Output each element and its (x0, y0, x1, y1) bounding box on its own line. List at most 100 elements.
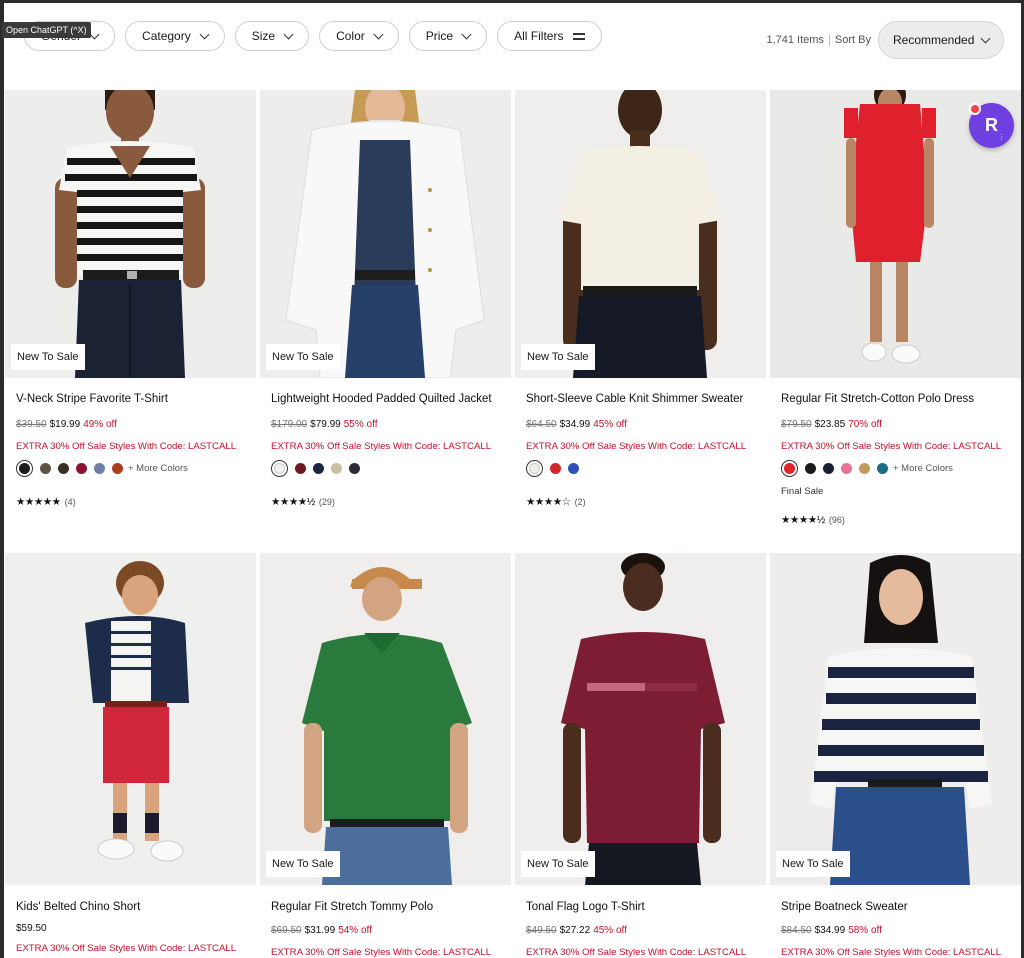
color-swatches (271, 460, 360, 477)
all-filters-label: All Filters (514, 29, 564, 43)
discount-percent: 45% off (593, 925, 627, 936)
product-title[interactable]: Stripe Boatneck Sweater (781, 901, 908, 913)
color-swatch[interactable] (568, 463, 579, 474)
discount-percent: 45% off (593, 419, 627, 430)
price-line: $49.50 $27.22 45% off (526, 925, 627, 936)
new-to-sale-badge: New To Sale (266, 851, 340, 877)
more-colors-link[interactable]: + More Colors (893, 463, 953, 474)
product-image[interactable]: New To Sale (515, 553, 766, 885)
promo-text: EXTRA 30% Off Sale Styles With Code: LAS… (781, 441, 1002, 452)
promo-text: EXTRA 30% Off Sale Styles With Code: LAS… (526, 947, 747, 958)
sort-value: Recommended (893, 33, 975, 47)
star-rating-icon: ★★★★☆ (526, 496, 571, 508)
all-filters-button[interactable]: All Filters (497, 21, 603, 51)
filter-color-button[interactable]: Color (319, 21, 399, 51)
product-title[interactable]: Tonal Flag Logo T-Shirt (526, 901, 645, 913)
sale-price: $27.22 (559, 925, 591, 936)
original-price: $79.50 (781, 419, 812, 430)
chevron-down-icon (461, 29, 472, 39)
window-frame-left (0, 0, 4, 958)
color-swatch[interactable] (76, 463, 87, 474)
more-colors-link[interactable]: + More Colors (128, 463, 188, 474)
final-sale-label: Final Sale (781, 486, 824, 497)
new-to-sale-badge: New To Sale (521, 344, 595, 370)
sale-price: $34.99 (814, 925, 846, 936)
discount-percent: 55% off (343, 419, 378, 430)
product-image[interactable]: New To Sale (260, 90, 511, 378)
color-swatch[interactable] (841, 463, 852, 474)
color-swatch[interactable] (349, 463, 360, 474)
color-swatch-selected[interactable] (526, 460, 543, 477)
product-photo (5, 90, 256, 378)
discount-percent: 58% off (848, 925, 882, 936)
color-swatches: + More Colors (16, 460, 188, 477)
price-line: $79.50 $23.85 70% off (781, 419, 882, 430)
product-title[interactable]: Regular Fit Stretch Tommy Polo (271, 901, 433, 913)
sale-price: $19.99 (49, 419, 81, 430)
color-swatch[interactable] (877, 463, 888, 474)
dots-icon: ⋮ (998, 134, 1005, 141)
chevron-down-icon (89, 29, 100, 39)
color-swatch[interactable] (94, 463, 105, 474)
original-price: $39.50 (16, 419, 47, 430)
sort-select[interactable]: Recommended (878, 21, 1004, 59)
items-count: 1,741 Items (766, 34, 824, 46)
promo-text: EXTRA 30% Off Sale Styles With Code: LAS… (781, 947, 1002, 958)
rating: ★★★★½ (29) (271, 496, 335, 508)
color-swatch[interactable] (859, 463, 870, 474)
chevron-down-icon (199, 29, 210, 39)
color-swatch[interactable] (112, 463, 123, 474)
color-swatch-selected[interactable] (781, 460, 798, 477)
price-line: $84.50 $34.99 58% off (781, 925, 882, 936)
product-image[interactable]: New To Sale (260, 553, 511, 885)
filter-category-button[interactable]: Category (125, 21, 225, 51)
new-to-sale-badge: New To Sale (776, 851, 850, 877)
product-title[interactable]: Regular Fit Stretch-Cotton Polo Dress (781, 393, 974, 405)
price-line: $64.50 $34.99 45% off (526, 419, 627, 430)
product-photo (260, 90, 511, 378)
product-photo (5, 553, 256, 885)
color-swatch[interactable] (550, 463, 561, 474)
rating: ★★★★★ (4) (16, 496, 76, 508)
promo-text: EXTRA 30% Off Sale Styles With Code: LAS… (271, 441, 492, 452)
original-price: $84.50 (781, 925, 812, 936)
promo-text: EXTRA 30% Off Sale Styles With Code: LAS… (271, 947, 492, 958)
product-photo (515, 90, 766, 378)
discount-percent: 49% off (83, 419, 117, 430)
chevron-down-icon (283, 29, 294, 39)
color-swatch-selected[interactable] (271, 460, 288, 477)
color-swatch[interactable] (823, 463, 834, 474)
product-title[interactable]: V-Neck Stripe Favorite T-Shirt (16, 393, 168, 405)
color-swatch[interactable] (295, 463, 306, 474)
color-swatch[interactable] (313, 463, 324, 474)
sort-by-label: Sort By (834, 34, 871, 46)
color-swatch[interactable] (805, 463, 816, 474)
product-title[interactable]: Short-Sleeve Cable Knit Shimmer Sweater (526, 393, 743, 405)
price-line: $179.00 $79.99 55% off (271, 419, 377, 430)
product-image[interactable]: New To Sale (5, 90, 256, 378)
new-to-sale-badge: New To Sale (266, 344, 340, 370)
product-image[interactable]: New To Sale (770, 553, 1021, 885)
product-title[interactable]: Lightweight Hooded Padded Quilted Jacket (271, 393, 492, 405)
review-count: (2) (574, 497, 586, 507)
product-image[interactable]: New To Sale (515, 90, 766, 378)
color-swatch[interactable] (40, 463, 51, 474)
filter-label: Price (425, 29, 454, 43)
original-price: $64.50 (526, 419, 557, 430)
extension-badge[interactable]: R ⋮ (969, 103, 1014, 148)
product-image[interactable] (5, 553, 256, 885)
color-swatch[interactable] (58, 463, 69, 474)
product-title[interactable]: Kids' Belted Chino Short (16, 901, 140, 913)
review-count: (4) (64, 497, 76, 507)
color-swatch-selected[interactable] (16, 460, 33, 477)
new-to-sale-badge: New To Sale (11, 344, 85, 370)
star-rating-icon: ★★★★½ (781, 514, 825, 526)
filter-price-button[interactable]: Price (408, 21, 488, 51)
divider (828, 34, 830, 46)
filter-size-button[interactable]: Size (234, 21, 310, 51)
color-swatches (526, 460, 579, 477)
color-swatch[interactable] (331, 463, 342, 474)
sale-price: $59.50 (16, 923, 47, 934)
original-price: $69.50 (271, 925, 302, 936)
star-rating-icon: ★★★★½ (271, 496, 315, 508)
